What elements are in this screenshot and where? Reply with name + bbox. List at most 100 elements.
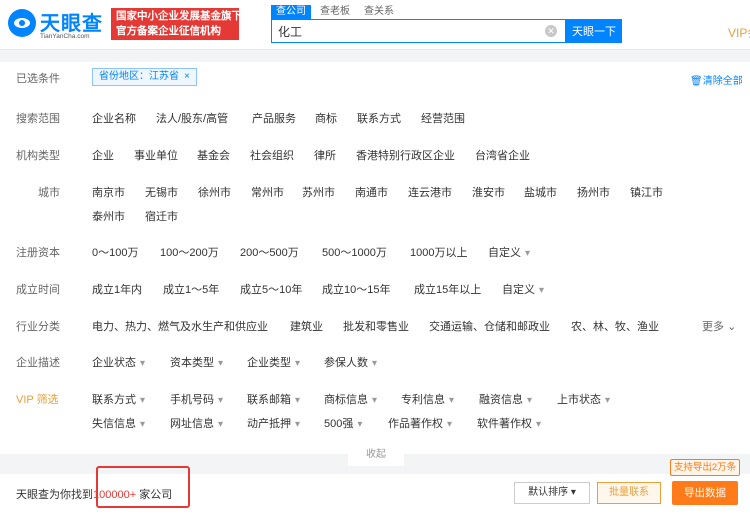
capital-option[interactable]: 0～100万 <box>92 244 138 260</box>
vip-filter-dropdown[interactable]: 软件著作权 <box>477 415 541 431</box>
vip-filter-dropdown[interactable]: 动产抵押 <box>247 415 300 431</box>
slogan-line-2: 官方备案企业征信机构 <box>116 25 221 37</box>
scope-option[interactable]: 联系方式 <box>357 110 401 126</box>
capital-custom-dropdown[interactable]: 自定义 <box>488 244 530 260</box>
chevron-down-icon: ⌄ <box>727 321 737 333</box>
clear-search-icon[interactable]: ✕ <box>545 25 557 37</box>
clear-all-button[interactable]: 🗑清除全部 <box>690 72 743 87</box>
export-tip-badge: 支持导出2万条 <box>670 459 740 476</box>
vip-filter-dropdown[interactable]: 作品著作权 <box>388 415 452 431</box>
org-type-option[interactable]: 企业 <box>92 147 114 163</box>
industry-option[interactable]: 批发和零售业 <box>343 318 409 334</box>
description-dropdown[interactable]: 企业状态 <box>92 354 145 370</box>
vip-filter-dropdown[interactable]: 融资信息 <box>479 391 532 407</box>
logo-domain: TianYanCha.com <box>40 33 90 40</box>
city-option[interactable]: 南京市 <box>92 184 125 200</box>
search-input[interactable] <box>271 19 566 43</box>
tab-company[interactable]: 查公司 <box>271 5 311 19</box>
vip-filter-dropdown[interactable]: 手机号码 <box>170 391 223 407</box>
description-dropdown[interactable]: 参保人数 <box>324 354 377 370</box>
filter-panel: 已选条件 省份地区：江苏省 × 🗑清除全部 搜索范围 企业名称 法人/股东/高管 … <box>0 62 750 454</box>
description-dropdown[interactable]: 资本类型 <box>170 354 223 370</box>
capital-option[interactable]: 500～1000万 <box>322 244 387 260</box>
city-option[interactable]: 南通市 <box>355 184 388 200</box>
city-option[interactable]: 无锡市 <box>145 184 178 200</box>
logo[interactable]: 天眼查 TianYanCha.com <box>8 7 106 43</box>
scope-option[interactable]: 经营范围 <box>421 110 465 126</box>
industry-option[interactable]: 农、林、牧、渔业 <box>571 318 659 334</box>
vip-filter-dropdown[interactable]: 500强 <box>324 415 362 431</box>
chip-close-icon[interactable]: × <box>184 71 190 82</box>
industry-more-button[interactable]: 更多 ⌄ <box>702 318 736 334</box>
org-type-option[interactable]: 律所 <box>314 147 336 163</box>
vip-filter-dropdown[interactable]: 专利信息 <box>401 391 454 407</box>
city-option[interactable]: 淮安市 <box>472 184 505 200</box>
scope-option[interactable]: 产品服务 <box>252 110 296 126</box>
trash-icon: 🗑 <box>690 76 703 87</box>
established-option[interactable]: 成立10～15年 <box>322 281 390 297</box>
industry-option[interactable]: 建筑业 <box>290 318 323 334</box>
city-option[interactable]: 泰州市 <box>92 208 125 224</box>
vip-filter-dropdown[interactable]: 联系方式 <box>92 391 145 407</box>
city-option[interactable]: 扬州市 <box>577 184 610 200</box>
established-option[interactable]: 成立15年以上 <box>414 281 481 297</box>
capital-option[interactable]: 1000万以上 <box>410 244 467 260</box>
description-dropdown[interactable]: 企业类型 <box>247 354 300 370</box>
industry-option[interactable]: 交通运输、仓储和邮政业 <box>429 318 550 334</box>
scope-option[interactable]: 法人/股东/高管 <box>156 110 228 126</box>
org-type-option[interactable]: 台湾省企业 <box>475 147 530 163</box>
tab-boss[interactable]: 查老板 <box>315 5 355 19</box>
collapse-button[interactable]: 收起 <box>348 444 404 466</box>
industry-label: 行业分类 <box>16 321 60 333</box>
vip-filter-dropdown[interactable]: 联系邮箱 <box>247 391 300 407</box>
city-option[interactable]: 宿迁市 <box>145 208 178 224</box>
city-option[interactable]: 连云港市 <box>408 184 452 200</box>
more-label: 更多 <box>702 321 724 333</box>
vip-filter-dropdown[interactable]: 商标信息 <box>324 391 377 407</box>
batch-contact-button[interactable]: 批量联系 <box>597 482 661 504</box>
vip-filter-dropdown[interactable]: 失信信息 <box>92 415 145 431</box>
vip-filter-dropdown[interactable]: 网址信息 <box>170 415 223 431</box>
slogan-banner: 国家中小企业发展基金旗下 官方备案企业征信机构 <box>111 8 242 40</box>
selected-chip-text: 省份地区：江苏省 <box>99 71 179 82</box>
established-label: 成立时间 <box>16 284 60 296</box>
city-label: 城市 <box>38 187 60 199</box>
org-type-option[interactable]: 香港特别行政区企业 <box>356 147 455 163</box>
result-prefix: 天眼查为你找到 <box>16 489 93 501</box>
city-option[interactable]: 盐城市 <box>524 184 557 200</box>
city-option[interactable]: 镇江市 <box>630 184 663 200</box>
org-type-option[interactable]: 社会组织 <box>250 147 294 163</box>
logo-text: 天眼查 <box>40 11 103 35</box>
industry-option[interactable]: 电力、热力、燃气及水生产和供应业 <box>92 318 268 334</box>
scope-option[interactable]: 企业名称 <box>92 110 136 126</box>
capital-row: 注册资本 0～100万 100～200万 200～500万 500～1000万 … <box>0 244 750 264</box>
selected-chip[interactable]: 省份地区：江苏省 × <box>92 68 197 86</box>
description-label: 企业描述 <box>16 357 60 369</box>
capital-option[interactable]: 200～500万 <box>240 244 299 260</box>
established-option[interactable]: 成立1～5年 <box>163 281 219 297</box>
selected-conditions-row: 已选条件 省份地区：江苏省 × 🗑清除全部 <box>0 62 750 92</box>
search-button[interactable]: 天眼一下 <box>566 19 622 43</box>
org-type-option[interactable]: 事业单位 <box>134 147 178 163</box>
vip-link[interactable]: VIP会员 <box>728 24 750 41</box>
vip-filter-row: VIP 筛选 联系方式 手机号码 联系邮箱 商标信息 专利信息 融资信息 上市状… <box>0 391 750 435</box>
tab-relation[interactable]: 查关系 <box>359 5 399 19</box>
scope-label: 搜索范围 <box>16 113 60 125</box>
established-custom-dropdown[interactable]: 自定义 <box>502 281 544 297</box>
scope-option[interactable]: 商标 <box>315 110 337 126</box>
city-option[interactable]: 常州市 <box>251 184 284 200</box>
city-option[interactable]: 苏州市 <box>302 184 335 200</box>
org-type-option[interactable]: 基金会 <box>197 147 230 163</box>
capital-label: 注册资本 <box>16 247 60 259</box>
clear-all-label: 清除全部 <box>702 76 743 87</box>
export-data-button[interactable]: 导出数据 <box>672 481 738 505</box>
slogan-line-1: 国家中小企业发展基金旗下 <box>116 10 242 22</box>
org-type-label: 机构类型 <box>16 150 60 162</box>
sort-dropdown[interactable]: 默认排序 ▾ <box>514 482 590 504</box>
established-option[interactable]: 成立5～10年 <box>240 281 302 297</box>
capital-option[interactable]: 100～200万 <box>160 244 219 260</box>
city-option[interactable]: 徐州市 <box>198 184 231 200</box>
vip-filter-dropdown[interactable]: 上市状态 <box>557 391 610 407</box>
established-option[interactable]: 成立1年内 <box>92 281 142 297</box>
org-type-row: 机构类型 企业 事业单位 基金会 社会组织 律所 香港特别行政区企业 台湾省企业 <box>0 147 750 167</box>
